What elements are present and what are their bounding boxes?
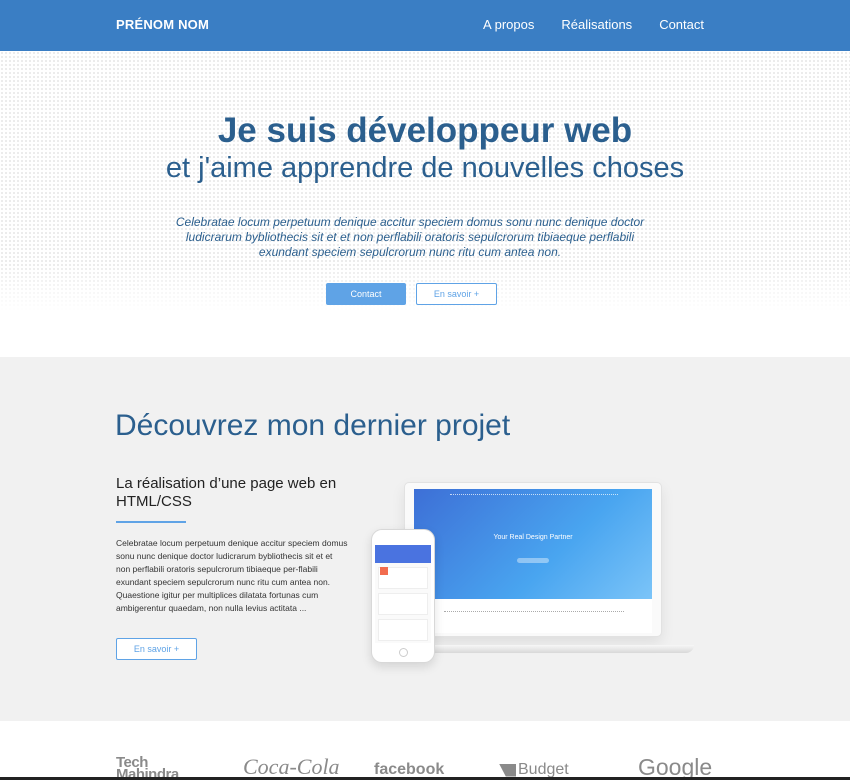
project-learn-more-button[interactable]: En savoir + [116, 638, 197, 660]
hero-buttons: Contact En savoir + [326, 283, 497, 305]
divider [116, 521, 186, 523]
budget-mark-icon [499, 763, 516, 777]
nav-link-apropos[interactable]: A propos [483, 17, 534, 32]
top-navbar: PRÉNOM NOM A propos Réalisations Contact [0, 0, 850, 51]
hero-section: Je suis développeur web et j'aime appren… [0, 51, 850, 357]
mockup-title: Your Real Design Partner [493, 534, 573, 541]
phone-home-icon [399, 648, 408, 657]
laptop-mockup-image: Your Real Design Partner [404, 482, 662, 637]
learn-more-button[interactable]: En savoir + [416, 283, 497, 305]
contact-button[interactable]: Contact [326, 283, 406, 305]
site-brand[interactable]: PRÉNOM NOM [116, 17, 209, 32]
project-text: Celebratae locum perpetuum denique accit… [116, 538, 348, 613]
hero-subtitle: et j'aime apprendre de nouvelles choses [165, 152, 685, 184]
project-section: Découvrez mon dernier projet La réalisat… [0, 357, 850, 721]
hero-text: Celebratae locum perpetuum denique accit… [175, 215, 645, 259]
nav-link-contact[interactable]: Contact [659, 17, 704, 32]
nav-link-realisations[interactable]: Réalisations [561, 17, 632, 32]
project-heading: Découvrez mon dernier projet [115, 409, 511, 442]
hero-title: Je suis développeur web [217, 111, 633, 150]
project-subheading: La réalisation d’une page web en HTML/CS… [116, 475, 337, 510]
phone-mockup-image [371, 529, 435, 663]
client-logos: Tech Mahindra Coca-Cola facebook Budget … [0, 721, 850, 780]
nav-links: A propos Réalisations Contact [483, 17, 704, 32]
